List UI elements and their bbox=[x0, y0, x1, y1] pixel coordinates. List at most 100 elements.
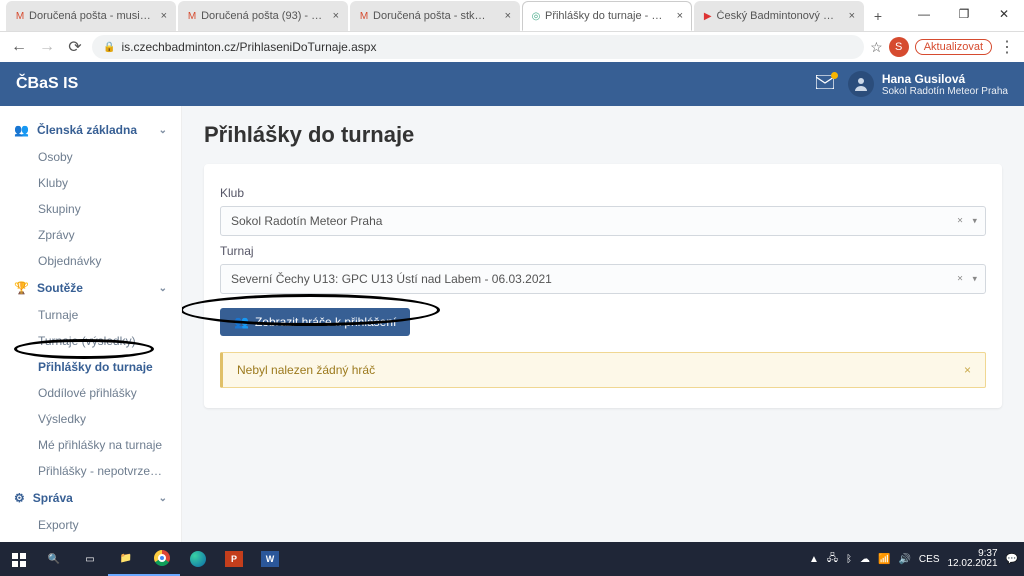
taskbar: 🔍 ▭ 📁 P W ▲ 🖧 ᛒ ☁ 📶 🔊 CES 9:37 12.02.202… bbox=[0, 542, 1024, 576]
annotation-ellipse bbox=[182, 294, 440, 326]
user-menu[interactable]: Hana Gusilová Sokol Radotín Meteor Praha bbox=[848, 71, 1008, 97]
sidebar-item-oddilove-prihlasky[interactable]: Oddílové přihlášky bbox=[0, 380, 181, 406]
close-icon[interactable]: × bbox=[849, 10, 855, 22]
browser-titlebar: MDoručená pošta - musilova@c× MDoručená … bbox=[0, 0, 1024, 32]
flag-icon: ▶ bbox=[703, 10, 713, 22]
clock[interactable]: 9:37 12.02.2021 bbox=[947, 549, 997, 570]
back-button[interactable]: ← bbox=[8, 36, 30, 58]
sidebar-item-turnaje[interactable]: Turnaje bbox=[0, 302, 181, 328]
gmail-icon: M bbox=[15, 10, 25, 22]
gmail-icon: M bbox=[187, 10, 197, 22]
chevron-down-icon: ⌄ bbox=[159, 283, 167, 294]
close-icon[interactable]: × bbox=[505, 10, 511, 22]
user-subtitle: Sokol Radotín Meteor Praha bbox=[882, 86, 1008, 97]
turnaj-value: Severní Čechy U13: GPC U13 Ústí nad Labe… bbox=[231, 272, 552, 286]
new-tab-button[interactable]: + bbox=[866, 1, 890, 31]
browser-tab-active[interactable]: ◎Přihlášky do turnaje - ČBaS IS× bbox=[522, 1, 692, 31]
chevron-down-icon: ⌄ bbox=[159, 125, 167, 136]
volume-icon[interactable]: 🔊 bbox=[898, 554, 910, 565]
kebab-menu-icon[interactable]: ⋮ bbox=[998, 37, 1016, 57]
close-icon[interactable]: × bbox=[333, 10, 339, 22]
notification-dot-icon bbox=[831, 72, 838, 79]
sidebar-item-exporty[interactable]: Exporty bbox=[0, 512, 181, 538]
sidebar-item-vysledky[interactable]: Výsledky bbox=[0, 406, 181, 432]
turnaj-select[interactable]: Severní Čechy U13: GPC U13 Ústí nad Labe… bbox=[220, 264, 986, 294]
edge-icon bbox=[190, 551, 206, 567]
profile-avatar[interactable]: S bbox=[889, 37, 909, 57]
notifications-icon[interactable]: 💬 bbox=[1006, 554, 1018, 565]
browser-tabs: MDoručená pošta - musilova@c× MDoručená … bbox=[6, 1, 890, 31]
sidebar-item-me-prihlasky[interactable]: Mé přihlášky na turnaje bbox=[0, 432, 181, 458]
clear-icon[interactable]: × bbox=[957, 274, 963, 285]
sidebar-item-skupiny[interactable]: Skupiny bbox=[0, 196, 181, 222]
close-icon[interactable]: × bbox=[677, 10, 683, 22]
url-field[interactable]: 🔒 is.czechbadminton.cz/PrihlaseniDoTurna… bbox=[92, 35, 864, 59]
mail-icon[interactable] bbox=[816, 75, 834, 94]
close-window-button[interactable]: ✕ bbox=[984, 0, 1024, 28]
bookmark-icon[interactable]: ☆ bbox=[870, 39, 883, 56]
search-button[interactable]: 🔍 bbox=[36, 542, 72, 576]
reload-button[interactable]: ⟳ bbox=[64, 36, 86, 58]
clear-icon[interactable]: × bbox=[957, 216, 963, 227]
page-title: Přihlášky do turnaje bbox=[204, 122, 1002, 148]
sidebar-item-zpravy[interactable]: Zprávy bbox=[0, 222, 181, 248]
tab-title: Doručená pošta - musilova@c bbox=[29, 10, 153, 22]
close-icon[interactable]: × bbox=[161, 10, 167, 22]
sidebar-group-members[interactable]: 👥 Členská základna ⌄ bbox=[0, 116, 181, 144]
sidebar-group-label: Správa bbox=[33, 491, 73, 505]
trophy-icon: 🏆 bbox=[14, 281, 29, 295]
language-indicator[interactable]: CES bbox=[919, 554, 940, 565]
user-avatar-icon bbox=[848, 71, 874, 97]
tray-overflow-icon[interactable]: ▲ bbox=[809, 554, 819, 565]
klub-value: Sokol Radotín Meteor Praha bbox=[231, 214, 382, 228]
klub-label: Klub bbox=[220, 186, 986, 200]
sidebar-group-souteze[interactable]: 🏆 Soutěže ⌄ bbox=[0, 274, 181, 302]
update-button[interactable]: Aktualizovat bbox=[915, 39, 992, 55]
browser-tab[interactable]: MDoručená pošta (93) - hana.m× bbox=[178, 1, 348, 31]
alert-text: Nebyl nalezen žádný hráč bbox=[237, 363, 375, 377]
system-tray: ▲ 🖧 ᛒ ☁ 📶 🔊 CES 9:37 12.02.2021 💬 bbox=[809, 549, 1024, 570]
annotation-ellipse bbox=[14, 339, 154, 359]
powerpoint-icon: P bbox=[225, 551, 243, 567]
browser-tab[interactable]: M Doručená pošta - stk@czechb × bbox=[350, 1, 520, 31]
tab-title: Doručená pošta - stk@czechb bbox=[373, 10, 497, 22]
edge-button[interactable] bbox=[180, 542, 216, 576]
powerpoint-button[interactable]: P bbox=[216, 542, 252, 576]
gear-icon: ⚙ bbox=[14, 491, 25, 505]
url-text: is.czechbadminton.cz/PrihlaseniDoTurnaje… bbox=[121, 40, 376, 54]
browser-tab[interactable]: ▶Český Badmintonový Svaz — Ú× bbox=[694, 1, 864, 31]
people-icon: 👥 bbox=[14, 123, 29, 137]
browser-tab[interactable]: M Doručená pošta - musilova@c × bbox=[6, 1, 176, 31]
close-icon[interactable]: × bbox=[964, 363, 971, 377]
word-button[interactable]: W bbox=[252, 542, 288, 576]
address-bar: ← → ⟳ 🔒 is.czechbadminton.cz/PrihlaseniD… bbox=[0, 32, 1024, 62]
sidebar-item-kluby[interactable]: Kluby bbox=[0, 170, 181, 196]
explorer-button[interactable]: 📁 bbox=[108, 542, 144, 576]
globe-icon: ◎ bbox=[531, 10, 541, 22]
forward-button[interactable]: → bbox=[36, 36, 58, 58]
turnaj-label: Turnaj bbox=[220, 244, 986, 258]
chevron-down-icon: ▾ bbox=[972, 274, 977, 285]
chrome-icon bbox=[154, 550, 170, 566]
wifi-icon[interactable]: 📶 bbox=[878, 554, 890, 565]
gmail-icon: M bbox=[359, 10, 369, 22]
folder-icon: 📁 bbox=[120, 553, 132, 564]
cloud-icon[interactable]: ☁ bbox=[860, 554, 870, 565]
network-icon[interactable]: 🖧 bbox=[827, 551, 838, 568]
sidebar-item-prihlasky-nepotvrzeni[interactable]: Přihlášky - nepotvrzení ... bbox=[0, 458, 181, 484]
task-view-button[interactable]: ▭ bbox=[72, 542, 108, 576]
chevron-down-icon: ⌄ bbox=[159, 493, 167, 504]
maximize-button[interactable]: ❐ bbox=[944, 0, 984, 28]
app-body: 👥 Členská základna ⌄ Osoby Kluby Skupiny… bbox=[0, 106, 1024, 542]
word-icon: W bbox=[261, 551, 279, 567]
sidebar-group-sprava[interactable]: ⚙ Správa ⌄ bbox=[0, 484, 181, 512]
klub-select[interactable]: Sokol Radotín Meteor Praha × ▾ bbox=[220, 206, 986, 236]
bluetooth-icon[interactable]: ᛒ bbox=[846, 554, 852, 565]
chrome-button[interactable] bbox=[144, 542, 180, 576]
app-root: ČBaS IS Hana Gusilová Sokol Radotín Mete… bbox=[0, 62, 1024, 542]
app-header: ČBaS IS Hana Gusilová Sokol Radotín Mete… bbox=[0, 62, 1024, 106]
sidebar-item-osoby[interactable]: Osoby bbox=[0, 144, 181, 170]
start-button[interactable] bbox=[0, 542, 36, 576]
sidebar-item-objednavky[interactable]: Objednávky bbox=[0, 248, 181, 274]
minimize-button[interactable]: — bbox=[904, 0, 944, 28]
